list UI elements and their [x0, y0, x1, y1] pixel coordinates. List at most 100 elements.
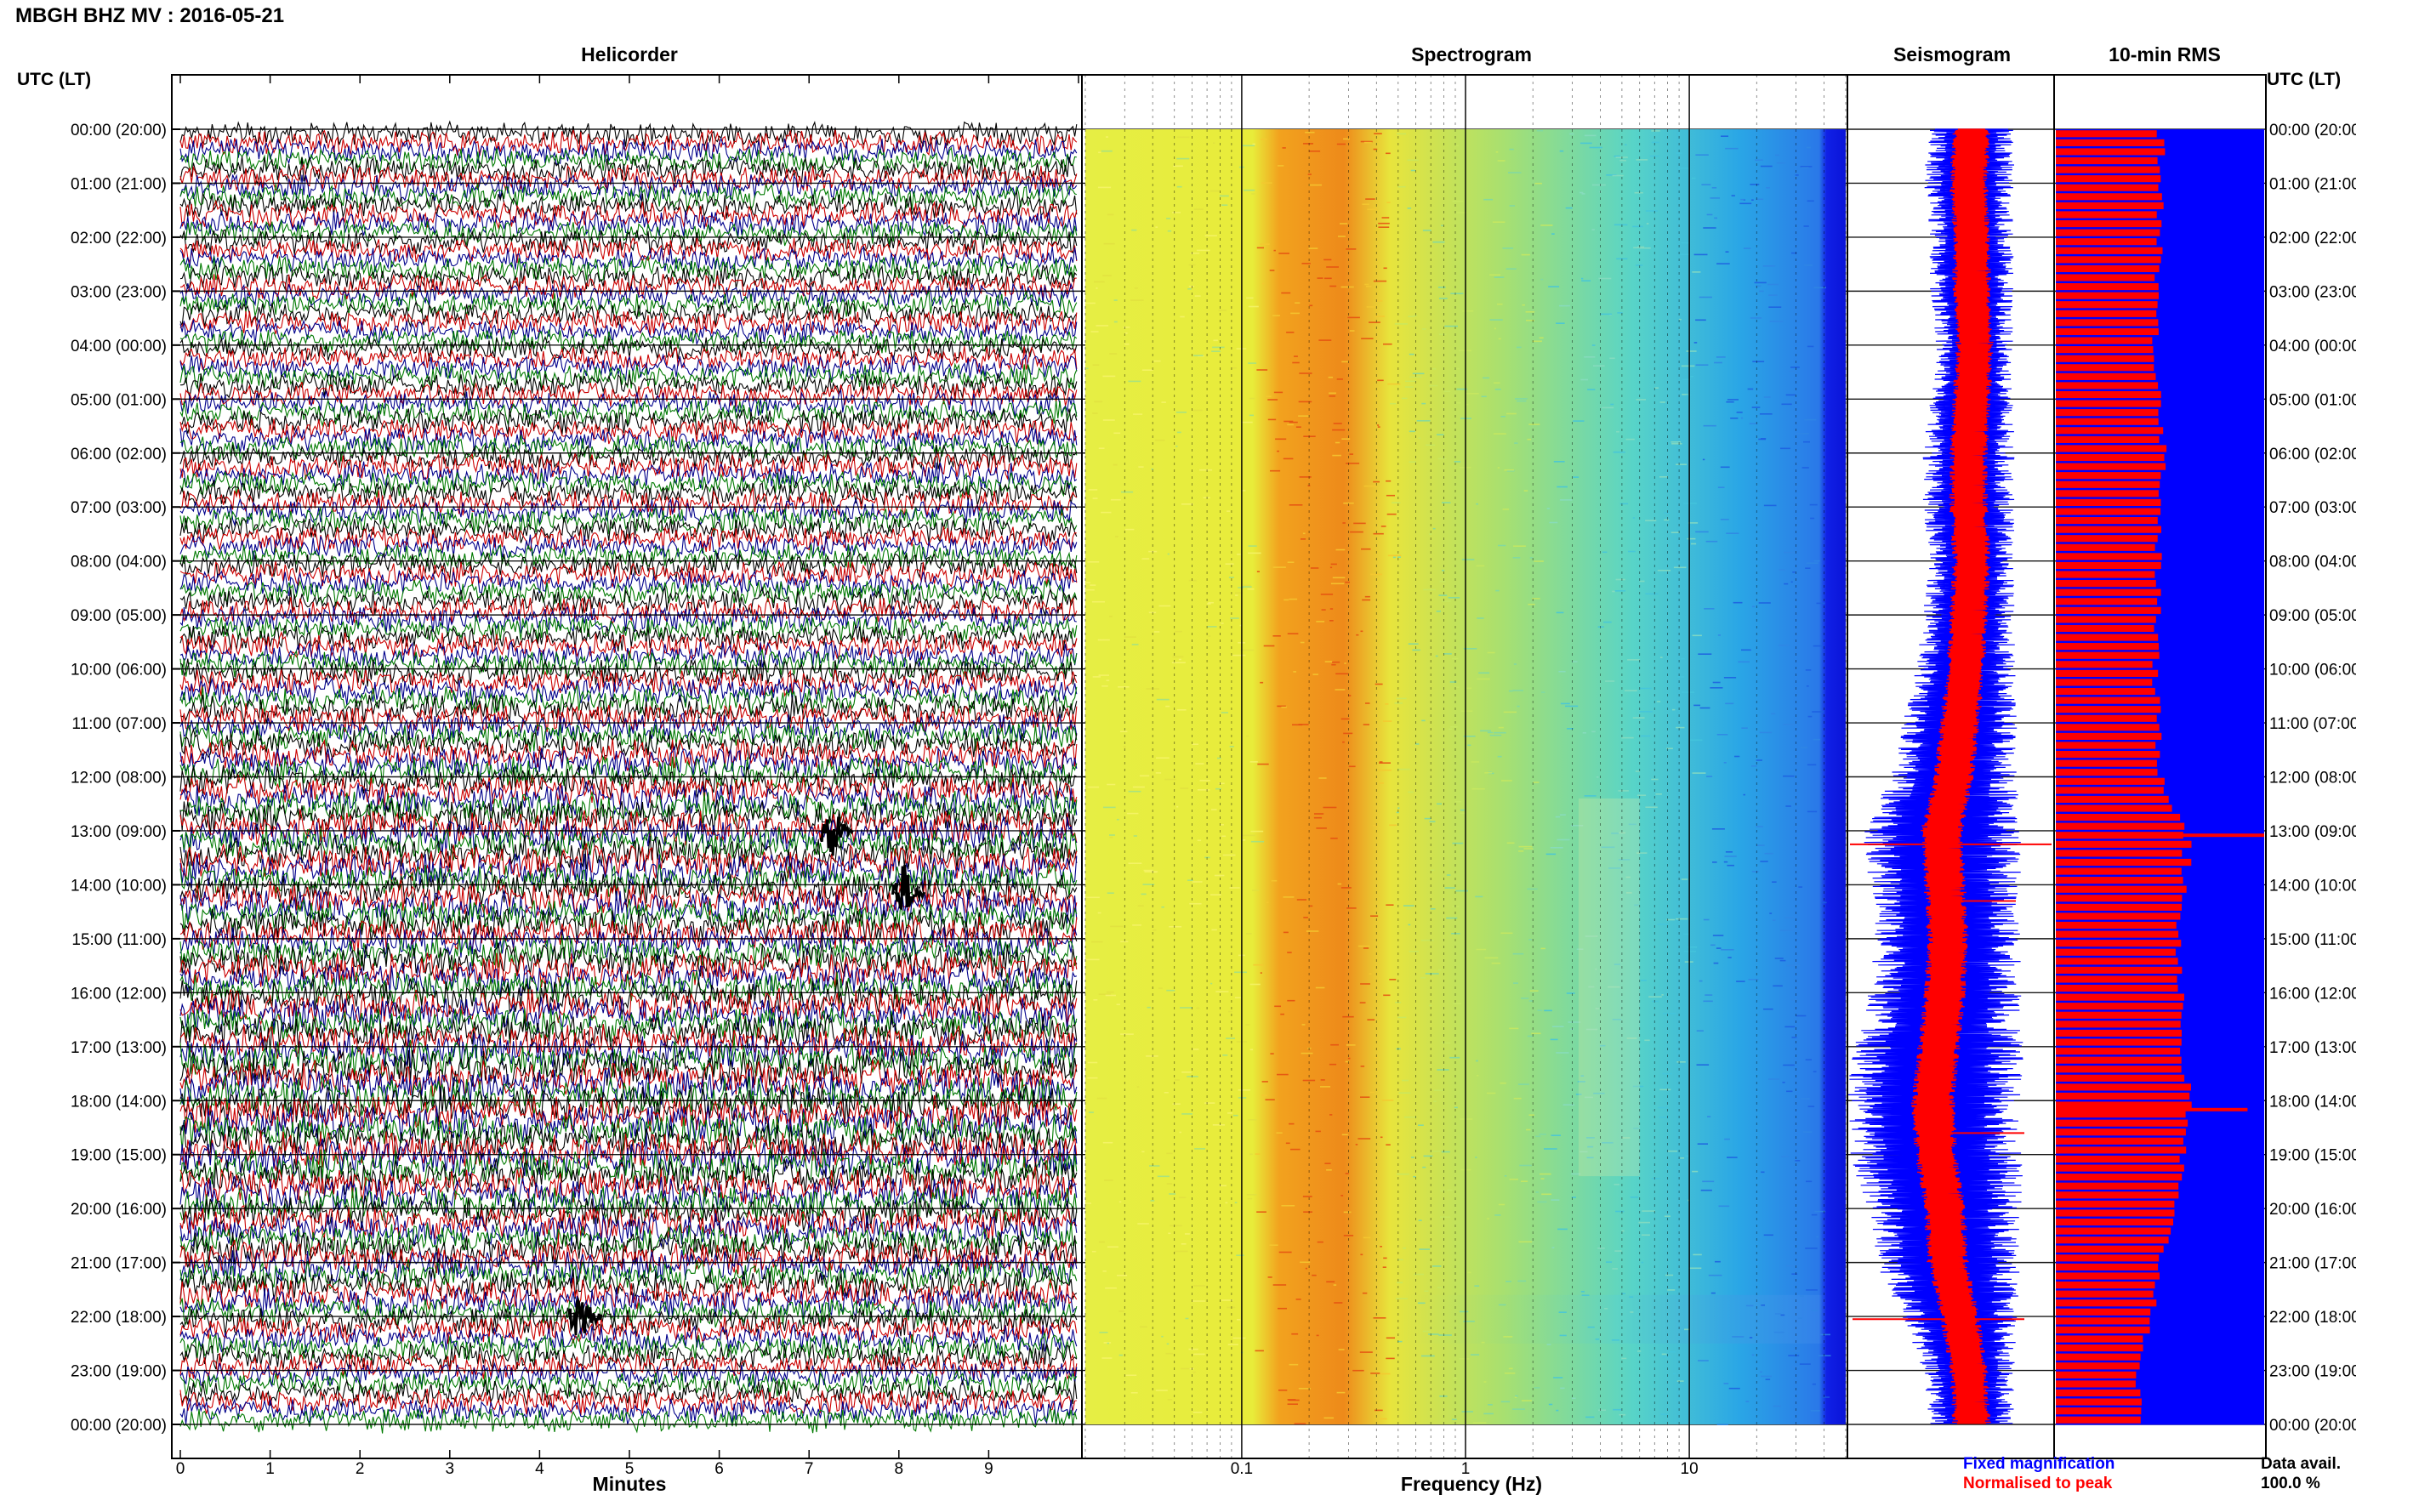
spectrogram-cell: [1681, 365, 1695, 367]
spectrogram-cell: [1751, 605, 1756, 608]
spectrogram-cell: [1140, 1326, 1147, 1328]
rms-bar-normalised: [2056, 1272, 2160, 1280]
spectrogram-cell: [1102, 1270, 1107, 1272]
spectrogram-cell: [1660, 1413, 1668, 1415]
spectrogram-cell: [1775, 154, 1780, 156]
spectrogram-cell: [1237, 554, 1241, 555]
rms-bar-normalised: [2056, 1263, 2159, 1271]
spectrogram-cell: [1336, 378, 1343, 380]
spectrogram-cell: [1518, 1241, 1533, 1243]
spectrogram-cell: [1703, 227, 1716, 229]
spectrogram-cell: [1664, 1215, 1671, 1217]
spectrogram-cell: [1498, 1304, 1506, 1306]
spectrogram-cell: [1693, 704, 1700, 707]
spectrogram-cell: [1228, 1010, 1233, 1013]
spectrogram-cell: [1501, 780, 1512, 782]
spectrogram-cell: [1509, 1179, 1518, 1180]
spectrogram-cell: [1253, 963, 1264, 966]
spectrogram-cell: [1120, 730, 1128, 732]
spectrogram-cell: [1243, 584, 1251, 587]
hour-label-left: 21:00 (17:00): [71, 1255, 167, 1273]
spectrogram-cell: [1807, 810, 1818, 813]
spectrogram-cell: [1302, 532, 1306, 535]
spectrogram-cell: [1480, 730, 1491, 732]
spectrogram-cell: [1738, 661, 1750, 663]
spectrogram-cell: [1409, 353, 1414, 355]
spectrogram-cell: [1214, 874, 1225, 877]
spectrogram-cell: [1492, 221, 1505, 223]
spectrogram-cell: [1641, 980, 1647, 981]
spectrogram-cell: [1544, 1148, 1557, 1150]
spectrogram-cell: [1249, 761, 1258, 763]
rms-bar-normalised: [2056, 948, 2176, 956]
rms-bar-normalised: [2056, 382, 2159, 389]
rms-bar-normalised: [2056, 1317, 2150, 1325]
spectrogram-cell: [1723, 1383, 1729, 1384]
spectrogram-cell: [1517, 705, 1520, 708]
spectrogram-cell: [1176, 709, 1187, 711]
spectrogram-cell: [1720, 466, 1730, 469]
spectrogram-cell: [1483, 198, 1494, 201]
rms-bar-normalised: [2056, 966, 2183, 974]
spectrogram-cell: [1222, 854, 1236, 856]
spectrogram-cell: [1452, 657, 1459, 660]
spectrogram-cell: [1227, 1344, 1238, 1345]
helicorder-trace: [179, 605, 1077, 634]
spectrogram-cell: [1725, 851, 1733, 853]
spectrogram-cell: [1761, 1375, 1772, 1378]
spectrogram-cell: [1591, 184, 1606, 186]
hour-label-right: 13:00 (09:00): [2269, 823, 2365, 841]
spectrogram-cell: [1377, 424, 1380, 426]
spectrogram-cell: [1141, 369, 1153, 371]
spectrogram-cell: [1545, 853, 1557, 855]
spectrogram-cell: [1141, 558, 1150, 560]
spectrogram-cell: [1298, 415, 1310, 417]
spectrogram-cell: [1398, 1092, 1411, 1094]
spectrogram-cell: [1711, 828, 1725, 830]
spectrogram-cell: [1630, 1311, 1634, 1313]
spectrogram-cell: [1734, 755, 1740, 758]
rms-bar-normalised: [2056, 400, 2161, 407]
spectrogram-cell: [1768, 1078, 1780, 1080]
spectrogram-cell: [1380, 1373, 1391, 1375]
spectrogram-cell: [1124, 333, 1128, 334]
spectrogram-cell: [1101, 685, 1108, 687]
spectrogram-cell: [1526, 1128, 1531, 1131]
spectrogram-cell: [1410, 169, 1416, 172]
spectrogram-cell: [1517, 1280, 1527, 1282]
spectrogram-cell: [1638, 1221, 1650, 1224]
spectrogram-cell: [1329, 620, 1334, 622]
spectrogram-cell: [1443, 653, 1452, 655]
spectrogram-cell: [1088, 489, 1098, 491]
spectrogram-cell: [1365, 198, 1375, 200]
spectrogram-cell: [1329, 395, 1336, 397]
spectrogram-cell: [1250, 840, 1265, 843]
spectrogram-cell: [1343, 732, 1353, 735]
spectrogram-cell: [1662, 1087, 1666, 1089]
spectrogram-cell: [1600, 313, 1613, 315]
spectrogram-cell: [1432, 1265, 1442, 1267]
spectrogram-cell: [1310, 567, 1319, 569]
spectrogram-cell: [1227, 510, 1231, 512]
spectrogram-cell: [1796, 433, 1809, 435]
spectrogram-cell: [1701, 184, 1711, 185]
spectrogram-cell: [1519, 1164, 1532, 1167]
spectrogram-cell: [1337, 883, 1342, 885]
spectrogram-cell: [1326, 1169, 1332, 1171]
spectrogram-cell: [1553, 461, 1565, 463]
hour-label-left: 14:00 (10:00): [71, 877, 167, 895]
spectrogram-cell: [1803, 441, 1810, 443]
spectrogram-cell: [1540, 225, 1553, 226]
spectrogram-cell: [1497, 755, 1502, 758]
spectrogram-cell: [1818, 1355, 1831, 1356]
spectrogram-cell: [1708, 1274, 1722, 1276]
spectrogram-cell: [1397, 556, 1401, 558]
spectrogram-cell: [1508, 1367, 1513, 1370]
spectrogram-cell: [1627, 659, 1640, 661]
spectrogram-cell: [1497, 467, 1500, 469]
spectrogram-cell: [1477, 1074, 1479, 1077]
spectrogram-cell: [1803, 225, 1809, 227]
rms-bar-normalised: [2056, 1101, 2192, 1109]
spectrogram-cell: [1269, 1244, 1278, 1246]
spectrogram-cell: [1455, 145, 1459, 146]
